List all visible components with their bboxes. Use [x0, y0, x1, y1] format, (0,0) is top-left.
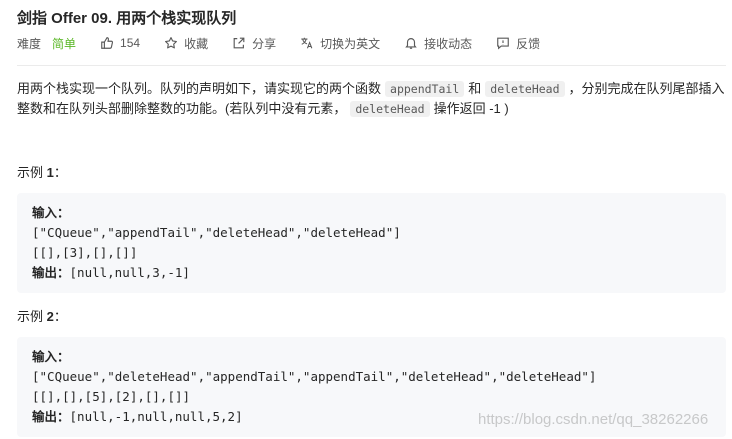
- problem-meta-bar: 难度 简单 154 收藏 分享 切换为英文 接收动态 反馈: [17, 33, 564, 53]
- favorite-label: 收藏: [184, 36, 209, 51]
- share-label: 分享: [252, 36, 277, 51]
- inline-code: deleteHead: [485, 81, 565, 97]
- bell-icon: [404, 36, 418, 50]
- header-divider: [17, 65, 726, 66]
- example-heading-prefix: 示例: [17, 165, 47, 180]
- example-2-heading: 示例 2：: [17, 306, 67, 325]
- star-icon: [164, 36, 178, 50]
- example-heading-suffix: ：: [53, 309, 67, 324]
- watermark: https://blog.csdn.net/qq_38262266: [478, 411, 709, 428]
- example-heading-prefix: 示例: [17, 309, 47, 324]
- thumbs-up-icon: [100, 36, 114, 50]
- output-label: 输出：: [32, 410, 70, 424]
- output-value: [null,-1,null,null,5,2]: [69, 409, 243, 424]
- output-value: [null,null,3,-1]: [69, 265, 190, 280]
- output-label: 输出：: [32, 266, 70, 280]
- example-heading-number: 2: [46, 309, 54, 324]
- input-line-2: [[],[3],[],[]]: [32, 245, 138, 260]
- switch-language-button[interactable]: 切换为英文: [300, 35, 380, 52]
- problem-description: 用两个栈实现一个队列。队列的声明如下，请实现它的两个函数 appendTail 和 d…: [17, 79, 729, 119]
- description-text: 操作返回 -1 ): [433, 101, 509, 116]
- feedback-label: 反馈: [516, 36, 541, 51]
- notify-label: 接收动态: [424, 36, 473, 51]
- input-line-2: [[],[],[5],[2],[],[]]: [32, 389, 191, 404]
- inline-code: appendTail: [385, 81, 465, 97]
- description-text: 和: [468, 81, 482, 96]
- translate-icon: [300, 36, 314, 50]
- share-button[interactable]: 分享: [232, 35, 276, 52]
- example-heading-number: 1: [46, 165, 54, 180]
- input-line-1: ["CQueue","deleteHead","appendTail","app…: [32, 369, 597, 384]
- share-icon: [232, 36, 246, 50]
- feedback-button[interactable]: 反馈: [496, 35, 540, 52]
- input-label: 输入：: [32, 350, 70, 364]
- like-count: 154: [120, 36, 141, 50]
- input-label: 输入：: [32, 206, 70, 220]
- input-line-1: ["CQueue","appendTail","deleteHead","del…: [32, 225, 401, 240]
- inline-code: deleteHead: [350, 101, 430, 117]
- example-1-code-block: 输入： ["CQueue","appendTail","deleteHead",…: [17, 193, 726, 293]
- problem-page: 剑指 Offer 09. 用两个栈实现队列 难度 简单 154 收藏 分享 切换…: [0, 0, 732, 439]
- example-1-heading: 示例 1：: [17, 162, 67, 181]
- feedback-icon: [496, 36, 510, 50]
- difficulty-label: 难度: [17, 36, 42, 51]
- problem-title: 剑指 Offer 09. 用两个栈实现队列: [17, 10, 237, 27]
- like-button[interactable]: 154: [100, 36, 140, 50]
- favorite-button[interactable]: 收藏: [164, 35, 208, 52]
- difficulty-badge: 简单: [52, 36, 77, 51]
- example-heading-suffix: ：: [53, 165, 67, 180]
- notify-button[interactable]: 接收动态: [404, 35, 472, 52]
- switch-language-label: 切换为英文: [320, 36, 381, 51]
- description-text: 用两个栈实现一个队列。队列的声明如下，请实现它的两个函数: [17, 81, 382, 96]
